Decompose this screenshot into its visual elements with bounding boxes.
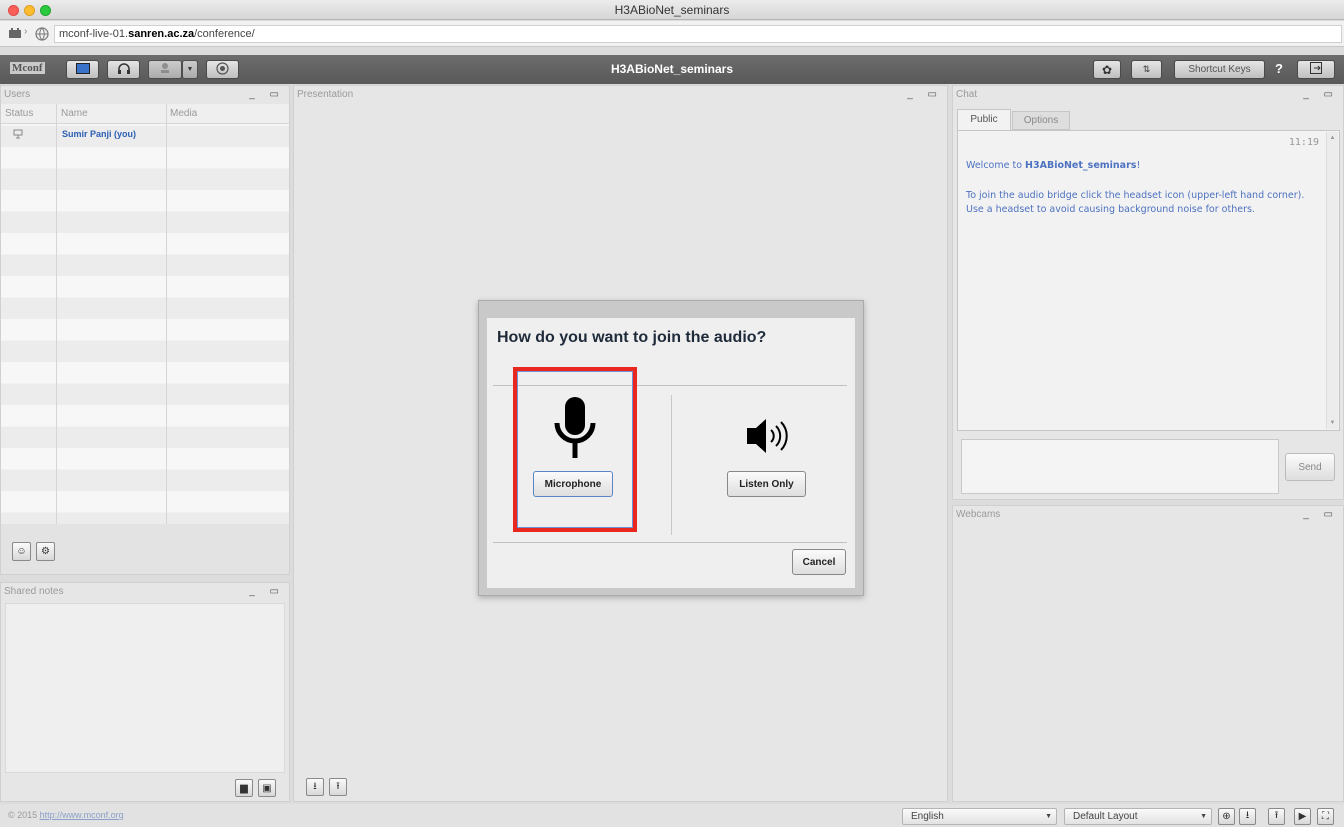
chat-header: Chat _ ▭ — [953, 86, 1343, 104]
speaker-icon — [745, 414, 791, 461]
chat-messages: 11:19 ▲ ▼ Welcome to H3ABioNet_seminars!… — [957, 130, 1340, 431]
play-icon: ▶ — [1298, 811, 1307, 822]
upload-presentation-button[interactable]: ⭱ — [329, 778, 347, 796]
help-button[interactable]: ? — [1275, 61, 1283, 76]
users-settings-button[interactable]: ⚙ — [36, 542, 55, 561]
panel-window-controls[interactable]: _ ▭ — [907, 86, 943, 104]
network-monitor-button[interactable]: ⇅ — [1131, 60, 1162, 79]
upload-icon: ⭱ — [336, 780, 340, 792]
shortcut-keys-button[interactable]: Shortcut Keys — [1174, 60, 1265, 79]
chat-scrollbar[interactable]: ▲ ▼ — [1326, 132, 1338, 429]
webcams-panel: Webcams _ ▭ — [952, 505, 1344, 802]
download-icon: ⭳ — [1245, 810, 1250, 821]
settings-button[interactable]: ✿ — [1093, 60, 1121, 79]
users-panel-header: Users _ ▭ — [1, 86, 289, 104]
send-button[interactable]: Send — [1285, 453, 1335, 481]
logout-button[interactable] — [1297, 60, 1335, 79]
panel-window-controls[interactable]: _ ▭ — [1303, 506, 1339, 524]
user-name: Sumir Panji (you) — [62, 129, 137, 139]
app-toolbar: Mconf ▼ H3ABioNet_seminars ✿ ⇅ Shortcut … — [0, 55, 1344, 84]
join-audio-dialog: How do you want to join the audio? Micro… — [478, 300, 864, 596]
column-name[interactable]: Name — [61, 104, 88, 124]
webcams-header: Webcams _ ▭ — [953, 506, 1343, 524]
chat-panel: Chat _ ▭ Public Options 11:19 ▲ ▼ Welcom… — [952, 85, 1344, 500]
save-notes-button[interactable]: ▣ — [258, 779, 276, 797]
zoom-window-button[interactable] — [40, 5, 51, 16]
users-grid: Status Name Media Sumir Panji (you) — [1, 104, 289, 524]
presenter-icon — [13, 129, 23, 142]
gear-icon: ⚙ — [41, 546, 50, 557]
window-titlebar: H3ABioNet_seminars — [0, 0, 1344, 20]
bookmarks-icon[interactable] — [8, 27, 22, 39]
url-text: mconf-live-01.sanren.ac.za/conference/ — [59, 28, 255, 40]
chat-input[interactable] — [961, 439, 1279, 494]
globe-icon — [35, 27, 49, 41]
chevron-down-icon: ▼ — [1045, 813, 1052, 820]
column-media[interactable]: Media — [170, 104, 197, 124]
layout-select[interactable]: Default Layout ▼ — [1064, 808, 1212, 825]
save-notes-file-button[interactable]: ▆ — [235, 779, 253, 797]
plus-circle-icon: ⊕ — [1222, 811, 1231, 822]
shared-notes-header: Shared notes _ ▭ — [1, 583, 289, 601]
apply-layout-button[interactable]: ▶ — [1294, 808, 1311, 825]
add-layout-button[interactable]: ⊕ — [1218, 808, 1235, 825]
chevron-down-icon: ▼ — [1200, 813, 1207, 820]
download-icon: ⭳ — [313, 780, 317, 792]
window-title: H3ABioNet_seminars — [614, 3, 730, 17]
webcams-title: Webcams — [956, 509, 1001, 520]
cancel-button[interactable]: Cancel — [792, 549, 846, 575]
shared-notes-panel: Shared notes _ ▭ ▆ ▣ — [0, 582, 290, 802]
tab-public[interactable]: Public — [957, 109, 1011, 130]
emoji-status-button[interactable]: ☺ — [12, 542, 31, 561]
shared-notes-textarea[interactable] — [5, 603, 285, 773]
logout-icon — [1310, 62, 1322, 77]
table-row[interactable]: Sumir Panji (you) — [1, 125, 289, 145]
shared-notes-title: Shared notes — [4, 586, 64, 597]
welcome-message: Welcome to H3ABioNet_seminars! — [966, 160, 1141, 171]
download-layout-button[interactable]: ⭳ — [1239, 808, 1256, 825]
minimize-window-button[interactable] — [24, 5, 35, 16]
gear-icon: ✿ — [1101, 62, 1113, 77]
microphone-option[interactable]: Microphone — [513, 367, 637, 532]
users-grid-header: Status Name Media — [1, 104, 289, 124]
copyright: © 2015 http://www.mconf.org — [8, 810, 124, 820]
close-window-button[interactable] — [8, 5, 19, 16]
browser-url-bar: › mconf-live-01.sanren.ac.za/conference/ — [0, 21, 1344, 47]
panel-window-controls[interactable]: _ ▭ — [249, 86, 285, 104]
smiley-icon: ☺ — [16, 546, 27, 557]
floppy-icon: ▣ — [262, 782, 272, 794]
panel-window-controls[interactable]: _ ▭ — [1303, 86, 1339, 104]
panel-window-controls[interactable]: _ ▭ — [249, 583, 285, 601]
column-status[interactable]: Status — [5, 104, 33, 124]
upload-layout-button[interactable]: ⭱ — [1268, 808, 1285, 825]
users-panel-title: Users — [4, 89, 31, 100]
dialog-title: How do you want to join the audio? — [497, 329, 767, 346]
fullscreen-icon: ⛶ — [1322, 811, 1329, 822]
listen-only-button[interactable]: Listen Only — [727, 471, 806, 497]
language-select[interactable]: English ▼ — [902, 808, 1057, 825]
presentation-header: Presentation _ ▭ — [294, 86, 947, 104]
message-time: 11:19 — [1288, 137, 1319, 148]
presentation-title: Presentation — [297, 89, 354, 100]
download-presentation-button[interactable]: ⭳ — [306, 778, 324, 796]
fullscreen-button[interactable]: ⛶ — [1317, 808, 1334, 825]
network-arrows-icon: ⇅ — [1142, 64, 1151, 74]
mconf-link[interactable]: http://www.mconf.org — [40, 810, 124, 820]
microphone-button[interactable]: Microphone — [533, 471, 613, 497]
microphone-icon — [553, 395, 597, 466]
tab-options[interactable]: Options — [1012, 111, 1070, 130]
chevron-right-icon: › — [24, 26, 28, 37]
file-icon: ▆ — [240, 782, 248, 794]
url-field[interactable]: mconf-live-01.sanren.ac.za/conference/ — [35, 25, 1342, 43]
audio-help-message: To join the audio bridge click the heads… — [966, 190, 1305, 215]
chat-title: Chat — [956, 89, 978, 100]
upload-icon: ⭱ — [1274, 810, 1279, 821]
users-panel: Users _ ▭ Status Name Media Sumir Panji … — [0, 85, 290, 575]
